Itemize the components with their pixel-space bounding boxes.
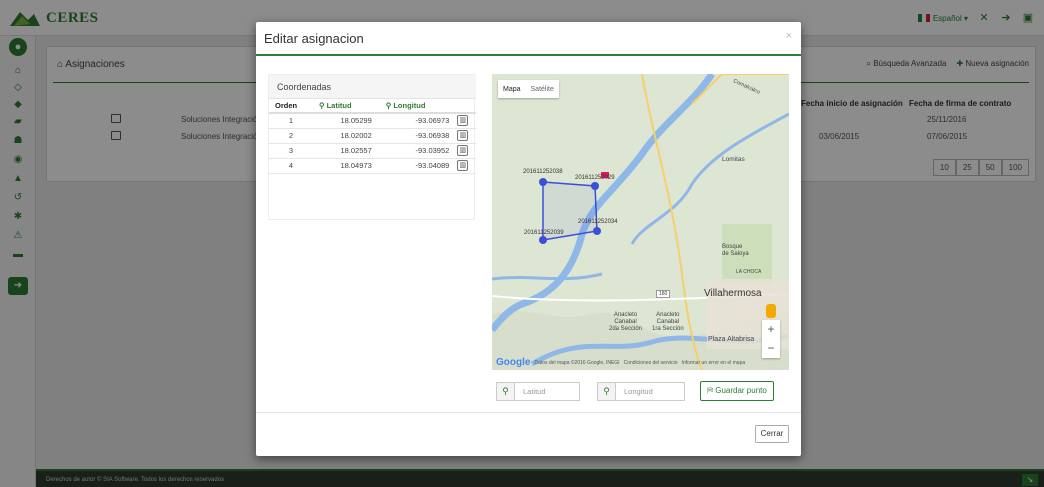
cell-actions: ▥ bbox=[457, 128, 476, 144]
zoom-out-button[interactable]: − bbox=[762, 339, 780, 358]
map-marker-icon: ⚲ bbox=[497, 383, 515, 400]
longitude-input-group: ⚲ bbox=[597, 382, 685, 401]
edit-assignment-modal: Editar asignacion × Coordenadas Orden ⚲ … bbox=[256, 22, 801, 456]
cell-longitud: -93.03952 bbox=[379, 143, 458, 159]
place-lomitas: Lomitas bbox=[722, 156, 745, 163]
point-label: 201611252034 bbox=[578, 219, 618, 225]
map-marker-icon: ⚲ bbox=[319, 101, 327, 110]
cell-longitud: -93.06938 bbox=[379, 128, 458, 144]
cell-orden: 1 bbox=[269, 113, 313, 129]
latitude-input[interactable] bbox=[515, 383, 579, 400]
save-point-button[interactable]: ⛿ Guardar punto bbox=[700, 381, 774, 401]
place-plaza-altabrisa: Plaza Altabrisa bbox=[708, 336, 755, 343]
col-latitud: ⚲ Latitud bbox=[313, 99, 380, 114]
coordinates-title: Coordenadas bbox=[277, 82, 332, 92]
place-bosque: Bosque de Saloya bbox=[722, 244, 749, 257]
longitude-input[interactable] bbox=[616, 383, 684, 400]
point-label: 201611252038 bbox=[523, 169, 563, 175]
cell-latitud: 18.02002 bbox=[313, 128, 380, 144]
place-villahermosa: Villahermosa bbox=[704, 288, 762, 299]
zoom-in-button[interactable]: + bbox=[762, 320, 780, 339]
cell-orden: 2 bbox=[269, 128, 313, 144]
latitude-input-group: ⚲ bbox=[496, 382, 580, 401]
table-row: 2 18.02002 -93.06938 ▥ bbox=[269, 128, 476, 144]
close-icon[interactable]: × bbox=[786, 30, 792, 42]
cell-orden: 4 bbox=[269, 158, 313, 174]
point-label: 201611252039 bbox=[524, 230, 564, 236]
coordinates-header: Coordenadas bbox=[269, 75, 476, 99]
map-type-map[interactable]: Mapa bbox=[498, 86, 526, 93]
table-row: 1 18.05299 -93.06973 ▥ bbox=[269, 113, 476, 129]
map-icon: ⛿ bbox=[707, 386, 716, 395]
cell-actions: ▥ bbox=[457, 158, 476, 174]
cell-actions: ▥ bbox=[457, 143, 476, 159]
modal-title: Editar asignacion bbox=[264, 31, 364, 46]
map-view[interactable]: 201611252038 201611252029 201611252034 2… bbox=[492, 74, 789, 370]
col-longitud: ⚲ Longitud bbox=[379, 99, 458, 114]
modal-footer-divider bbox=[256, 412, 801, 413]
trash-icon[interactable]: ▥ bbox=[457, 115, 469, 127]
point-label: 201611252029 bbox=[575, 175, 615, 181]
terms-link[interactable]: Condiciones del servicio bbox=[624, 360, 678, 366]
place-anacleto-2: Anacleto Canabal 2da Sección bbox=[609, 312, 643, 332]
cell-orden: 3 bbox=[269, 143, 313, 159]
table-header-row: Orden ⚲ Latitud ⚲ Longitud bbox=[269, 99, 476, 114]
pegman-icon[interactable] bbox=[766, 304, 776, 318]
close-button[interactable]: Cerrar bbox=[755, 425, 789, 443]
cell-latitud: 18.05299 bbox=[313, 113, 380, 129]
zoom-control: + − bbox=[762, 320, 780, 358]
place-anacleto-1: Anacleto Canabal 1ra Sección bbox=[652, 312, 684, 332]
trash-icon[interactable]: ▥ bbox=[457, 160, 469, 171]
table-row: 3 18.02557 -93.03952 ▥ bbox=[269, 143, 476, 159]
col-orden: Orden bbox=[269, 99, 313, 114]
cell-latitud: 18.02557 bbox=[313, 143, 380, 159]
road-number: 180 bbox=[656, 290, 671, 298]
cell-actions: ▥ bbox=[457, 113, 476, 129]
coordinates-panel: Coordenadas Orden ⚲ Latitud ⚲ Longitud 1… bbox=[268, 74, 476, 220]
map-type-control: Mapa Satélite bbox=[498, 80, 559, 98]
map-attribution: Google Datos del mapa ©2016 Google, INEG… bbox=[496, 357, 745, 368]
map-data-credit: Datos del mapa ©2016 Google, INEGI bbox=[534, 359, 620, 366]
map-type-satellite[interactable]: Satélite bbox=[526, 86, 559, 93]
modal-header: Editar asignacion × bbox=[256, 22, 801, 56]
coordinates-table: Orden ⚲ Latitud ⚲ Longitud 1 18.05299 -9… bbox=[269, 99, 476, 174]
cell-longitud: -93.04089 bbox=[379, 158, 458, 174]
map-marker-icon: ⚲ bbox=[598, 383, 616, 400]
trash-icon[interactable]: ▥ bbox=[457, 130, 469, 141]
cell-longitud: -93.06973 bbox=[379, 113, 458, 129]
trash-icon[interactable]: ▥ bbox=[457, 145, 469, 156]
google-logo: Google bbox=[496, 357, 531, 368]
place-la-choca: LA CHOCA bbox=[736, 269, 762, 275]
report-error-link[interactable]: Informar un error en el mapa bbox=[682, 360, 746, 366]
col-actions bbox=[457, 99, 476, 114]
table-row: 4 18.04973 -93.04089 ▥ bbox=[269, 158, 476, 174]
cell-latitud: 18.04973 bbox=[313, 158, 380, 174]
